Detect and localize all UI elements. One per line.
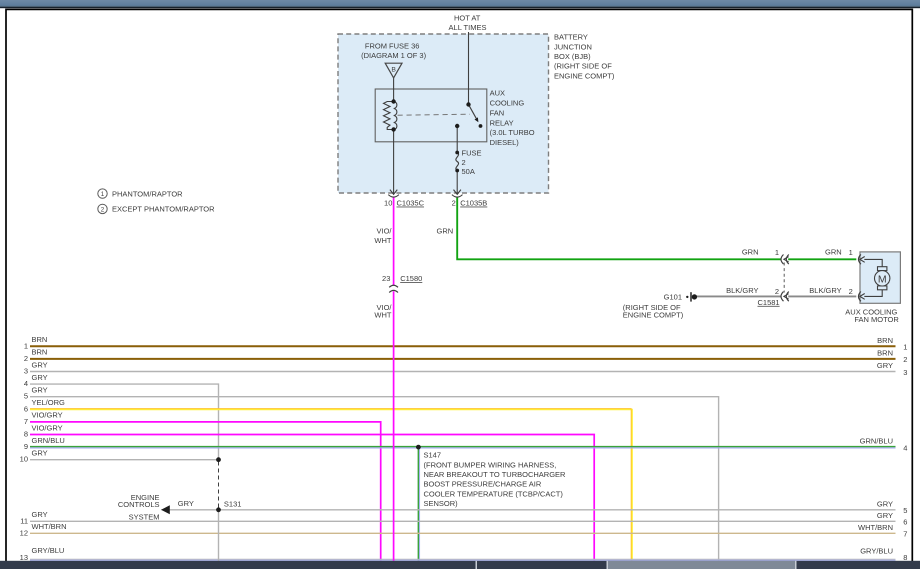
svg-text:(DIAGRAM 1 OF 3): (DIAGRAM 1 OF 3)	[361, 51, 427, 60]
svg-text:23: 23	[382, 274, 390, 283]
svg-text:M: M	[878, 273, 887, 285]
svg-text:FUSE: FUSE	[462, 148, 482, 157]
svg-text:2: 2	[462, 158, 466, 167]
svg-text:10: 10	[20, 455, 28, 464]
svg-text:6: 6	[24, 404, 28, 413]
svg-text:BATTERY: BATTERY	[554, 33, 588, 42]
svg-text:BRN: BRN	[877, 336, 893, 345]
svg-text:BOX (BJB): BOX (BJB)	[554, 52, 591, 61]
svg-text:50A: 50A	[462, 167, 475, 176]
svg-text:CONTROLS: CONTROLS	[118, 500, 160, 509]
svg-text:C1580: C1580	[400, 274, 422, 283]
svg-text:EXCEPT PHANTOM/RAPTOR: EXCEPT PHANTOM/RAPTOR	[112, 205, 215, 214]
svg-text:GRY: GRY	[877, 511, 893, 520]
svg-text:BRN: BRN	[877, 349, 893, 358]
svg-text:BLK/GRY: BLK/GRY	[809, 286, 841, 295]
svg-text:GRY: GRY	[877, 361, 893, 370]
svg-text:GRN/BLU: GRN/BLU	[860, 437, 893, 446]
svg-text:10: 10	[384, 199, 392, 208]
svg-text:7: 7	[24, 417, 28, 426]
svg-text:GRY: GRY	[32, 510, 48, 519]
svg-text:S131: S131	[224, 500, 242, 509]
svg-text:2: 2	[101, 206, 105, 213]
svg-text:GRY: GRY	[32, 386, 48, 395]
svg-text:WHT/BRN: WHT/BRN	[858, 523, 893, 532]
svg-text:C1581: C1581	[758, 298, 780, 307]
svg-text:4: 4	[903, 443, 907, 452]
svg-text:VIO/GRY: VIO/GRY	[32, 423, 63, 432]
svg-text:2: 2	[452, 199, 456, 208]
svg-text:9: 9	[24, 442, 28, 451]
svg-text:COOLER TEMPERATURE (TCBP/CACT): COOLER TEMPERATURE (TCBP/CACT)	[424, 489, 564, 498]
svg-text:S147: S147	[424, 451, 442, 460]
svg-text:ALL TIMES: ALL TIMES	[449, 23, 487, 32]
svg-text:GRY: GRY	[32, 449, 48, 458]
svg-text:GRY: GRY	[32, 373, 48, 382]
svg-text:5: 5	[24, 392, 28, 401]
svg-text:12: 12	[20, 528, 28, 537]
svg-text:G101: G101	[664, 293, 682, 302]
svg-text:ENGINE COMPT): ENGINE COMPT)	[554, 71, 615, 80]
svg-text:GRY/BLU: GRY/BLU	[860, 547, 893, 556]
svg-text:SENSOR): SENSOR)	[424, 499, 459, 508]
svg-text:(3.0L TURBO: (3.0L TURBO	[490, 128, 535, 137]
svg-text:8: 8	[24, 430, 28, 439]
svg-text:DIESEL): DIESEL)	[490, 138, 520, 147]
svg-text:YEL/ORG: YEL/ORG	[32, 398, 66, 407]
svg-text:(RIGHT SIDE OF: (RIGHT SIDE OF	[554, 62, 612, 71]
svg-text:7: 7	[903, 530, 907, 539]
svg-text:BOOST PRESSURE/CHARGE AIR: BOOST PRESSURE/CHARGE AIR	[424, 480, 542, 489]
svg-text:2: 2	[24, 354, 28, 363]
svg-text:2: 2	[903, 355, 907, 364]
svg-text:GRN: GRN	[742, 247, 759, 256]
svg-text:HOT AT: HOT AT	[454, 13, 481, 22]
svg-text:GRN: GRN	[825, 247, 842, 256]
svg-text:1: 1	[101, 191, 105, 198]
svg-text:8: 8	[903, 553, 907, 562]
svg-text:FAN MOTOR: FAN MOTOR	[854, 315, 899, 324]
svg-text:C1035C: C1035C	[397, 199, 425, 208]
svg-text:1: 1	[775, 248, 779, 257]
svg-text:GRN/BLU: GRN/BLU	[32, 436, 65, 445]
svg-text:WHT/BRN: WHT/BRN	[32, 522, 67, 531]
svg-text:C1035B: C1035B	[460, 199, 487, 208]
svg-text:ENGINE COMPT): ENGINE COMPT)	[623, 311, 684, 320]
svg-text:(FRONT BUMPER WIRING HARNESS,: (FRONT BUMPER WIRING HARNESS,	[424, 460, 557, 469]
svg-text:COOLING: COOLING	[490, 99, 525, 108]
svg-text:3: 3	[903, 368, 907, 377]
svg-text:WHT: WHT	[374, 310, 391, 319]
svg-text:13: 13	[20, 553, 28, 562]
svg-text:11: 11	[20, 516, 28, 525]
svg-text:3: 3	[24, 367, 28, 376]
svg-text:JUNCTION: JUNCTION	[554, 42, 592, 51]
svg-text:1: 1	[903, 343, 907, 352]
svg-text:VIO/: VIO/	[376, 227, 392, 236]
svg-text:5: 5	[903, 506, 907, 515]
svg-text:RELAY: RELAY	[490, 118, 514, 127]
svg-text:PHANTOM/RAPTOR: PHANTOM/RAPTOR	[112, 189, 183, 198]
svg-text:WHT: WHT	[374, 236, 391, 245]
svg-text:4: 4	[24, 379, 28, 388]
svg-text:GRY/BLU: GRY/BLU	[32, 546, 65, 555]
svg-text:AUX: AUX	[490, 89, 505, 98]
svg-text:GRY: GRY	[178, 499, 194, 508]
svg-text:FROM FUSE 36: FROM FUSE 36	[365, 41, 420, 50]
svg-text:BRN: BRN	[32, 348, 48, 357]
svg-text:BLK/GRY: BLK/GRY	[726, 286, 758, 295]
svg-text:GRN: GRN	[437, 227, 454, 236]
svg-text:2: 2	[849, 287, 853, 296]
svg-text:1: 1	[849, 248, 853, 257]
svg-text:VIO/GRY: VIO/GRY	[32, 411, 63, 420]
svg-text:NEAR BREAKOUT TO TURBOCHARGER: NEAR BREAKOUT TO TURBOCHARGER	[424, 470, 567, 479]
svg-text:SYSTEM: SYSTEM	[129, 513, 160, 522]
svg-text:6: 6	[903, 518, 907, 527]
svg-text:FAN: FAN	[490, 108, 505, 117]
svg-text:B: B	[391, 67, 396, 74]
svg-text:1: 1	[24, 341, 28, 350]
svg-text:GRY: GRY	[32, 360, 48, 369]
svg-text:2: 2	[775, 287, 779, 296]
svg-text:GRY: GRY	[877, 499, 893, 508]
svg-text:BRN: BRN	[32, 335, 48, 344]
